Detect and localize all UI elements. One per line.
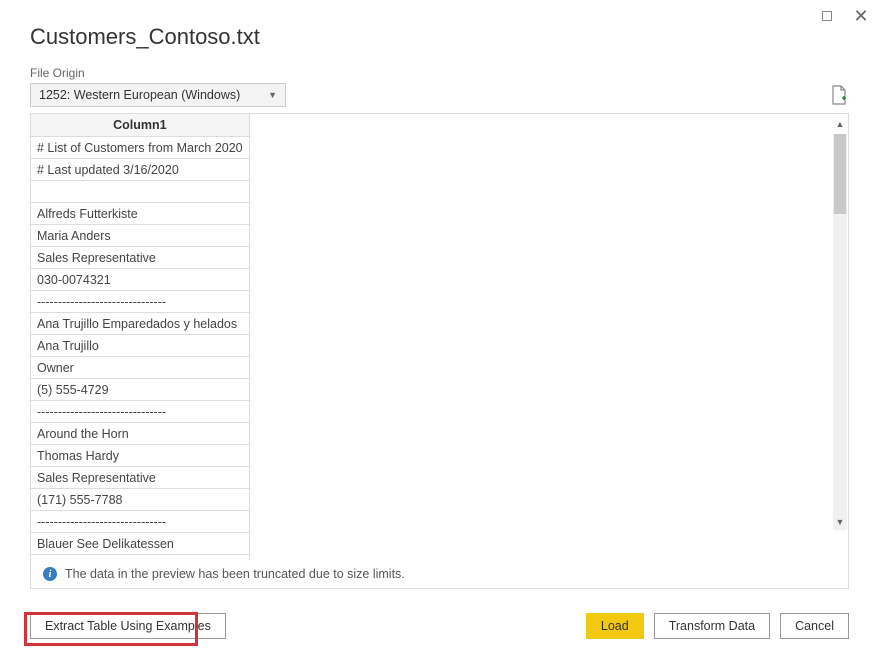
scroll-down-arrow[interactable]: ▼ — [832, 514, 848, 530]
info-message: The data in the preview has been truncat… — [65, 567, 405, 581]
maximize-button[interactable] — [819, 8, 835, 24]
transform-data-button[interactable]: Transform Data — [654, 613, 770, 639]
extract-table-button[interactable]: Extract Table Using Examples — [30, 613, 226, 639]
scroll-up-arrow[interactable]: ▲ — [832, 116, 848, 132]
table-row[interactable]: Sales Representative — [31, 247, 249, 269]
table-cell: ------------------------------- — [31, 291, 249, 313]
data-table: Column1 # List of Customers from March 2… — [31, 114, 250, 560]
table-row[interactable]: Owner — [31, 357, 249, 379]
table-cell: Blauer See Delikatessen — [31, 533, 249, 555]
table-row[interactable]: (5) 555-4729 — [31, 379, 249, 401]
table-row[interactable]: Alfreds Futterkiste — [31, 203, 249, 225]
table-cell: Ana Trujillo — [31, 335, 249, 357]
table-cell: # List of Customers from March 2020 — [31, 137, 249, 159]
table-row[interactable] — [31, 181, 249, 203]
table-container: Column1 # List of Customers from March 2… — [31, 114, 848, 560]
table-row[interactable]: ------------------------------- — [31, 291, 249, 313]
table-row[interactable]: ------------------------------- — [31, 511, 249, 533]
table-row[interactable]: ------------------------------- — [31, 401, 249, 423]
close-button[interactable]: ✕ — [853, 8, 869, 24]
table-row[interactable]: Ana Trujillo — [31, 335, 249, 357]
table-cell: (5) 555-4729 — [31, 379, 249, 401]
table-cell: Around the Horn — [31, 423, 249, 445]
table-row[interactable]: # List of Customers from March 2020 — [31, 137, 249, 159]
button-bar: Extract Table Using Examples Load Transf… — [30, 613, 849, 639]
table-row[interactable]: Ana Trujillo Emparedados y helados — [31, 313, 249, 335]
table-cell — [31, 181, 249, 203]
table-cell: Maria Anders — [31, 225, 249, 247]
table-row[interactable]: 030-0074321 — [31, 269, 249, 291]
table-row[interactable]: Sales Representative — [31, 467, 249, 489]
table-row[interactable]: # Last updated 3/16/2020 — [31, 159, 249, 181]
preview-area: Column1 # List of Customers from March 2… — [30, 113, 849, 589]
scrollbar-vertical[interactable]: ▲ ▼ — [832, 114, 848, 560]
table-cell: Ana Trujillo Emparedados y helados — [31, 313, 249, 335]
info-icon: i — [43, 567, 57, 581]
table-cell: 030-0074321 — [31, 269, 249, 291]
table-cell: Owner — [31, 357, 249, 379]
table-cell: Sales Representative — [31, 247, 249, 269]
new-page-icon[interactable] — [831, 85, 847, 105]
file-origin-dropdown[interactable]: 1252: Western European (Windows) ▼ — [30, 83, 286, 107]
column-header[interactable]: Column1 — [31, 114, 249, 137]
table-cell: ------------------------------- — [31, 401, 249, 423]
table-row[interactable]: Maria Anders — [31, 225, 249, 247]
table-cell: ------------------------------- — [31, 511, 249, 533]
file-origin-value: 1252: Western European (Windows) — [39, 88, 240, 102]
chevron-down-icon: ▼ — [268, 90, 277, 100]
table-cell: Sales Representative — [31, 467, 249, 489]
load-button[interactable]: Load — [586, 613, 644, 639]
file-origin-label: File Origin — [30, 66, 85, 80]
info-bar: i The data in the preview has been trunc… — [31, 560, 848, 588]
table-row[interactable]: Blauer See Delikatessen — [31, 533, 249, 555]
table-cell: Alfreds Futterkiste — [31, 203, 249, 225]
scrollbar-thumb[interactable] — [834, 134, 846, 214]
table-cell: # Last updated 3/16/2020 — [31, 159, 249, 181]
table-row[interactable]: Thomas Hardy — [31, 445, 249, 467]
table-row[interactable]: Around the Horn — [31, 423, 249, 445]
table-cell: (171) 555-7788 — [31, 489, 249, 511]
cancel-button[interactable]: Cancel — [780, 613, 849, 639]
table-cell: Thomas Hardy — [31, 445, 249, 467]
maximize-icon — [822, 11, 832, 21]
table-row[interactable]: (171) 555-7788 — [31, 489, 249, 511]
dialog-title: Customers_Contoso.txt — [30, 24, 260, 50]
close-icon: ✕ — [853, 7, 868, 25]
